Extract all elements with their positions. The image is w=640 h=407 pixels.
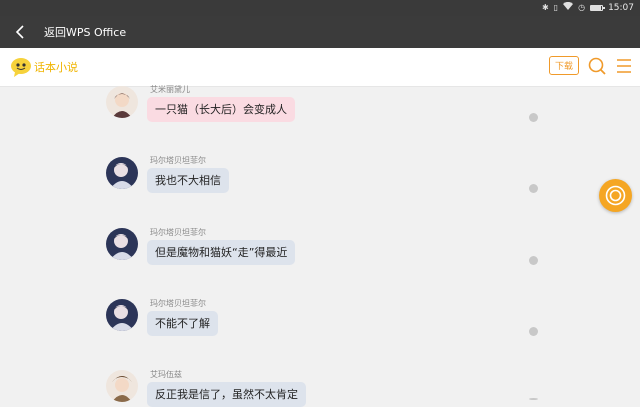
search-icon[interactable]: [587, 56, 607, 76]
chevron-left-icon[interactable]: [0, 16, 40, 48]
avatar[interactable]: [106, 157, 138, 189]
back-to-wps-label[interactable]: 返回WPS Office: [44, 24, 126, 40]
avatar[interactable]: [106, 299, 138, 331]
logo-text: 话本小说: [34, 61, 78, 74]
message-bubble[interactable]: 反正我是信了，虽然不太肯定: [147, 382, 306, 407]
target-icon: [605, 185, 626, 206]
title-bar: 返回WPS Office: [0, 16, 640, 48]
download-button[interactable]: 下载: [549, 56, 579, 75]
avatar[interactable]: [106, 370, 138, 402]
message-bubble[interactable]: 不能不了解: [147, 311, 218, 336]
sender-name: 艾米丽黛儿: [150, 85, 190, 94]
app-header: 话本小说 下载: [0, 48, 640, 87]
status-dot: [529, 113, 538, 122]
bluetooth-icon: ✱: [541, 3, 549, 12]
status-bar: ✱ ▯ ◷ 15:07: [0, 0, 640, 16]
sender-name: 玛尔塔贝坦菲尔: [150, 299, 206, 308]
logo-bubble-icon: [11, 58, 31, 77]
alarm-icon: ◷: [578, 3, 586, 12]
message-bubble[interactable]: 一只猫（长大后）会变成人: [147, 97, 295, 122]
status-dot: [529, 256, 538, 265]
menu-icon[interactable]: [615, 57, 633, 75]
app-logo[interactable]: 话本小说: [10, 56, 78, 78]
message-bubble[interactable]: 但是魔物和猫妖“走”得最近: [147, 240, 296, 265]
message-bubble[interactable]: 我也不大相信: [147, 168, 229, 193]
status-time: 15:07: [608, 3, 634, 13]
wifi-icon: [563, 0, 574, 16]
avatar[interactable]: [106, 228, 138, 260]
status-dot: [529, 327, 538, 336]
sender-name: 玛尔塔贝坦菲尔: [150, 228, 206, 237]
status-dot: [529, 184, 538, 193]
vibrate-icon: ▯: [553, 3, 559, 12]
sender-name: 玛尔塔贝坦菲尔: [150, 156, 206, 165]
avatar[interactable]: [106, 86, 138, 118]
floating-action-button[interactable]: [599, 179, 632, 212]
battery-icon: [590, 5, 606, 11]
sender-name: 艾玛伍兹: [150, 370, 182, 379]
